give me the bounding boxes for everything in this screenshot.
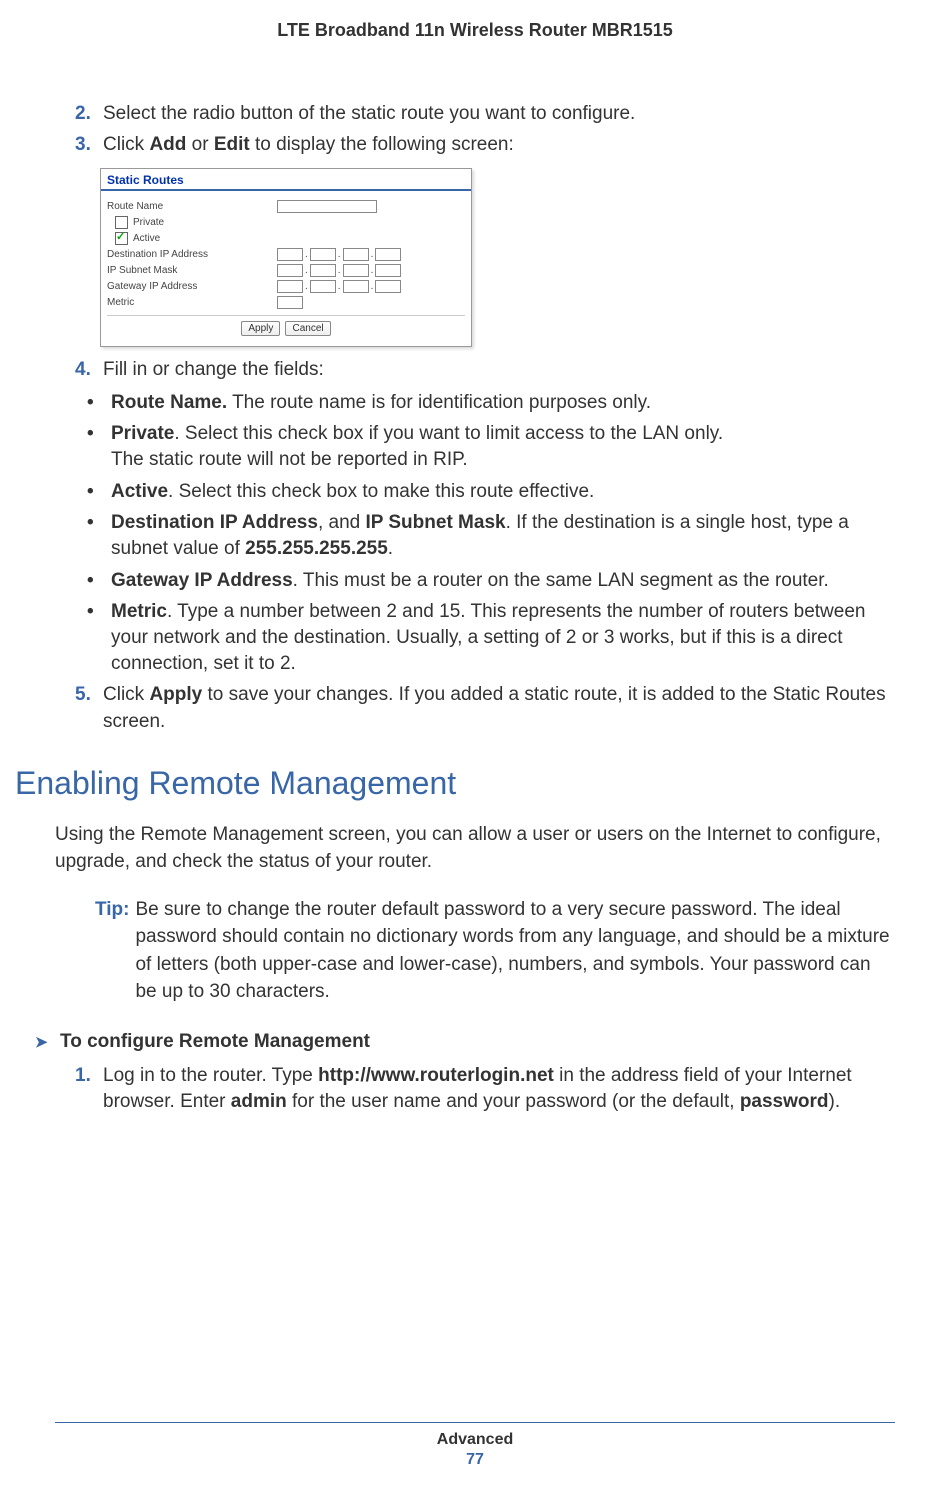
step-5: 5. Click Apply to save your changes. If …	[75, 682, 895, 735]
rs1-password: password	[740, 1091, 829, 1112]
label-private: Private	[133, 217, 164, 228]
gw-oct-1[interactable]	[277, 280, 303, 293]
section-heading-remote-mgmt: Enabling Remote Management	[15, 765, 895, 802]
row-subnet: IP Subnet Mask ...	[107, 264, 465, 277]
step-4-text: Fill in or change the fields:	[103, 359, 324, 380]
rs1-t4: ).	[829, 1091, 841, 1112]
page-footer: Advanced 77	[55, 1422, 895, 1469]
remote-mgmt-intro: Using the Remote Management screen, you …	[55, 822, 895, 875]
step-3-prefix: Click	[103, 134, 149, 155]
step-5-text: to save your changes. If you added a sta…	[103, 684, 886, 732]
remote-step-1: 1. Log in to the router. Type http://www…	[75, 1063, 895, 1116]
subnet-oct-2[interactable]	[310, 264, 336, 277]
dest-oct-1[interactable]	[277, 248, 303, 261]
step-2: 2. Select the radio button of the static…	[75, 101, 895, 128]
label-metric: Metric	[107, 297, 277, 308]
steps-list-remote: 1. Log in to the router. Type http://www…	[55, 1063, 895, 1116]
apply-button[interactable]: Apply	[241, 321, 280, 336]
bullet-private-text2: The static route will not be reported in…	[111, 449, 468, 470]
row-private: Private	[107, 216, 465, 229]
gw-oct-2[interactable]	[310, 280, 336, 293]
bullet-private-text1: . Select this check box if you want to l…	[174, 423, 723, 444]
bullet-private: Private. Select this check box if you wa…	[87, 421, 895, 472]
step-3-mid: or	[186, 134, 213, 155]
label-dest-ip: Destination IP Address	[107, 249, 277, 260]
bullet-route-name: Route Name. The route name is for identi…	[87, 390, 895, 416]
bullet-private-bold: Private	[111, 423, 174, 444]
subnet-oct-3[interactable]	[343, 264, 369, 277]
dest-oct-3[interactable]	[343, 248, 369, 261]
step-3-suffix: to display the following screen:	[250, 134, 514, 155]
label-route-name: Route Name	[107, 201, 277, 212]
bullet-active-bold: Active	[111, 481, 168, 502]
bullet-gateway: Gateway IP Address. This must be a route…	[87, 568, 895, 594]
tip-block: Tip: Be sure to change the router defaul…	[95, 896, 895, 1006]
checkbox-private[interactable]	[115, 216, 128, 229]
row-metric: Metric	[107, 296, 465, 309]
procedure-heading: To configure Remote Management	[35, 1031, 895, 1053]
subnet-oct-1[interactable]	[277, 264, 303, 277]
footer-page-number: 77	[55, 1451, 895, 1469]
bullet-active-text: . Select this check box to make this rou…	[168, 481, 594, 502]
rs1-t1: Log in to the router. Type	[103, 1065, 318, 1086]
bullet-active: Active. Select this check box to make th…	[87, 479, 895, 505]
step-4-number: 4.	[75, 357, 91, 384]
rs1-t3: for the user name and your password (or …	[287, 1091, 740, 1112]
steps-list-5: 5. Click Apply to save your changes. If …	[55, 682, 895, 735]
bullet-dest-subnet: Destination IP Address, and IP Subnet Ma…	[87, 510, 895, 561]
label-gateway: Gateway IP Address	[107, 281, 277, 292]
step-3-edit: Edit	[214, 134, 250, 155]
step-2-number: 2.	[75, 101, 91, 128]
bullet-route-name-bold: Route Name.	[111, 392, 227, 413]
dest-oct-2[interactable]	[310, 248, 336, 261]
input-metric[interactable]	[277, 296, 303, 309]
row-route-name: Route Name	[107, 200, 465, 213]
step-2-text: Select the radio button of the static ro…	[103, 103, 635, 124]
tip-label: Tip:	[95, 896, 129, 1006]
row-dest-ip: Destination IP Address ...	[107, 248, 465, 261]
bullet-dest-mid: , and	[318, 512, 366, 533]
bullet-subnet-bold: IP Subnet Mask	[366, 512, 506, 533]
screenshot-buttons: Apply Cancel	[107, 315, 465, 340]
checkbox-active[interactable]	[115, 232, 128, 245]
input-route-name[interactable]	[277, 200, 377, 213]
row-active: Active	[107, 232, 465, 245]
step-5-apply: Apply	[149, 684, 202, 705]
screenshot-title: Static Routes	[101, 169, 471, 191]
rs1-admin: admin	[231, 1091, 287, 1112]
steps-list-4: 4. Fill in or change the fields:	[55, 357, 895, 384]
page-header: LTE Broadband 11n Wireless Router MBR151…	[55, 20, 895, 41]
dest-oct-4[interactable]	[375, 248, 401, 261]
bullet-gateway-text: . This must be a router on the same LAN …	[293, 570, 829, 591]
label-subnet: IP Subnet Mask	[107, 265, 277, 276]
steps-list-top: 2. Select the radio button of the static…	[55, 101, 895, 158]
rs1-url: http://www.routerlogin.net	[318, 1065, 554, 1086]
step-3-number: 3.	[75, 132, 91, 159]
bullet-subnet-value: 255.255.255.255	[245, 538, 388, 559]
field-bullets: Route Name. The route name is for identi…	[55, 390, 895, 676]
bullet-metric-bold: Metric	[111, 601, 167, 622]
footer-section: Advanced	[55, 1431, 895, 1449]
bullet-route-name-text: The route name is for identification pur…	[227, 392, 651, 413]
step-5-prefix: Click	[103, 684, 149, 705]
tip-text: Be sure to change the router default pas…	[135, 896, 895, 1006]
subnet-oct-4[interactable]	[375, 264, 401, 277]
step-4: 4. Fill in or change the fields:	[75, 357, 895, 384]
step-5-number: 5.	[75, 682, 91, 709]
static-routes-screenshot: Static Routes Route Name Private Active …	[100, 168, 472, 347]
label-active: Active	[133, 233, 160, 244]
bullet-metric-text: . Type a number between 2 and 15. This r…	[111, 601, 865, 673]
gw-oct-3[interactable]	[343, 280, 369, 293]
bullet-metric: Metric. Type a number between 2 and 15. …	[87, 599, 895, 676]
bullet-dest-bold: Destination IP Address	[111, 512, 318, 533]
bullet-gateway-bold: Gateway IP Address	[111, 570, 293, 591]
bullet-dest-text2: .	[388, 538, 393, 559]
cancel-button[interactable]: Cancel	[285, 321, 330, 336]
step-3: 3. Click Add or Edit to display the foll…	[75, 132, 895, 159]
step-3-add: Add	[149, 134, 186, 155]
row-gateway: Gateway IP Address ...	[107, 280, 465, 293]
main-content: 2. Select the radio button of the static…	[55, 101, 895, 1116]
remote-step-1-number: 1.	[75, 1063, 91, 1090]
gw-oct-4[interactable]	[375, 280, 401, 293]
